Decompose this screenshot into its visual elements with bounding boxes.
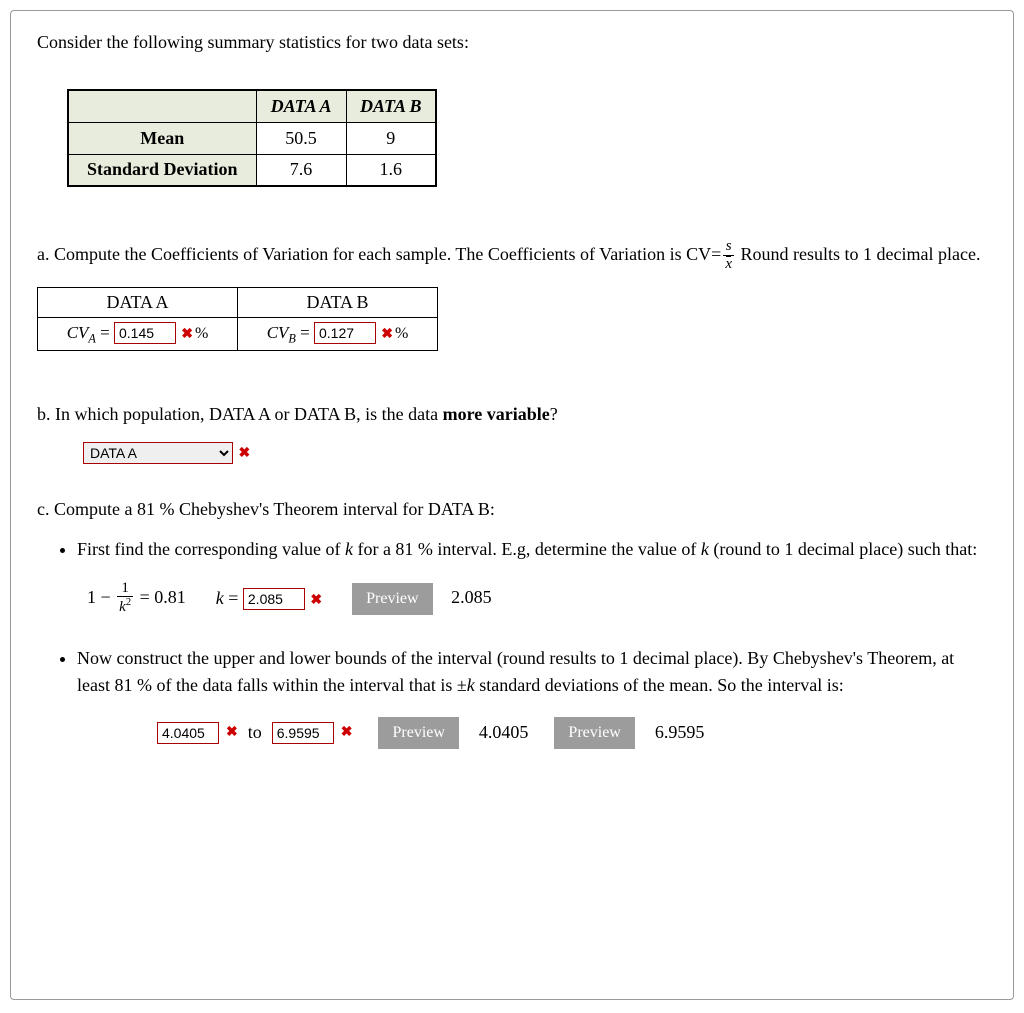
cvb-input[interactable] (314, 322, 376, 344)
xbar: x (725, 256, 732, 272)
k-preview-button[interactable]: Preview (352, 583, 432, 615)
cv-col-b: DATA B (238, 288, 438, 318)
k-input[interactable] (243, 588, 305, 610)
summary-table: DATA A DATA B Mean 50.5 9 Standard Devia… (67, 89, 437, 187)
lower-preview-value: 4.0405 (479, 719, 529, 746)
cva-eq: = (100, 323, 114, 342)
k-block: k = ✖ (216, 585, 322, 612)
bullet-2: Now construct the upper and lower bounds… (77, 645, 987, 749)
cv-a-cell: CVA = ✖% (38, 318, 238, 351)
intro-text: Consider the following summary statistic… (37, 29, 987, 55)
lhs-frac-den: k2 (117, 597, 133, 616)
cvb-pct: % (395, 325, 408, 342)
k-wrong-icon: ✖ (310, 590, 322, 611)
cva-input[interactable] (114, 322, 176, 344)
interval-row: ✖ to ✖ Preview 4.0405 Preview 6.9595 (157, 717, 987, 749)
k-preview-group: Preview 2.085 (352, 583, 491, 615)
lhs-equals: = 0.81 (135, 587, 186, 607)
part-a-prompt: a. Compute the Coefficients of Variation… (37, 239, 987, 273)
sd-b: 1.6 (346, 154, 436, 186)
cva-cv: CV (67, 323, 89, 342)
part-b-post: ? (550, 404, 558, 424)
lhs-frac-num: 1 (117, 580, 133, 598)
b1-b: for a 81 % interval. E.g, determine the … (353, 539, 701, 559)
cv-answer-table: DATA A DATA B CVA = ✖% CVB = ✖% (37, 287, 438, 351)
table-corner (68, 90, 256, 122)
k-label: k (216, 588, 224, 608)
row-header-mean: Mean (68, 122, 256, 154)
col-header-a: DATA A (256, 90, 346, 122)
cv-fraction: sx (723, 238, 734, 272)
row-header-sd: Standard Deviation (68, 154, 256, 186)
cvb-sub: B (288, 331, 295, 345)
part-b-bold: more variable (443, 404, 550, 424)
upper-preview-button[interactable]: Preview (554, 717, 634, 749)
b1-k2: k (701, 539, 709, 559)
cvb-eq: = (300, 323, 314, 342)
lhs-one: 1 (87, 587, 96, 607)
part-b-pre: b. In which population, DATA A or DATA B… (37, 404, 443, 424)
b1-k1: k (345, 539, 353, 559)
part-b-prompt: b. In which population, DATA A or DATA B… (37, 401, 987, 427)
mean-b: 9 (346, 122, 436, 154)
cv-b-cell: CVB = ✖% (238, 318, 438, 351)
lhs-minus: − (96, 587, 115, 607)
cv-col-a: DATA A (38, 288, 238, 318)
frac-den: x (723, 256, 734, 273)
b1-a: First find the corresponding value of (77, 539, 345, 559)
lower-preview-button[interactable]: Preview (378, 717, 458, 749)
lhs-den-sup: 2 (126, 597, 131, 608)
k-equation-row: 1 − 1k2 = 0.81 k = ✖ Preview 2.085 (87, 581, 987, 617)
frac-num: s (723, 238, 734, 256)
part-c-list: First find the corresponding value of k … (37, 536, 987, 749)
cvb-cv: CV (267, 323, 289, 342)
k-eq: = (224, 588, 243, 608)
col-header-b: DATA B (346, 90, 436, 122)
upper-wrong-icon: ✖ (341, 722, 353, 743)
part-c-heading: c. Compute a 81 % Chebyshev's Theorem in… (37, 496, 987, 522)
part-b-wrong-icon: ✖ (239, 445, 251, 462)
part-a-suffix: Round results to 1 decimal place. (736, 244, 980, 264)
k-preview-value: 2.085 (451, 587, 492, 607)
cvb-wrong-icon: ✖ (381, 326, 393, 343)
b2-pm: ± (457, 675, 467, 695)
to-label: to (248, 719, 262, 746)
cva-sub: A (88, 331, 95, 345)
lower-wrong-icon: ✖ (226, 722, 238, 743)
bullet-1: First find the corresponding value of k … (77, 536, 987, 617)
lhs-den-k: k (119, 599, 126, 615)
mean-a: 50.5 (256, 122, 346, 154)
lhs-frac: 1k2 (117, 580, 133, 616)
upper-input[interactable] (272, 722, 334, 744)
b2-b: standard deviations of the mean. So the … (475, 675, 844, 695)
b2-k: k (467, 675, 475, 695)
lhs: 1 − 1k2 = 0.81 (87, 581, 186, 617)
sd-a: 7.6 (256, 154, 346, 186)
part-a-prefix: a. Compute the Coefficients of Variation… (37, 244, 721, 264)
cva-wrong-icon: ✖ (181, 326, 193, 343)
cva-pct: % (195, 325, 208, 342)
question-container: Consider the following summary statistic… (10, 10, 1014, 1000)
upper-preview-value: 6.9595 (655, 719, 705, 746)
population-select[interactable]: DATA A (83, 442, 233, 464)
lower-input[interactable] (157, 722, 219, 744)
b1-c: (round to 1 decimal place) such that: (709, 539, 977, 559)
